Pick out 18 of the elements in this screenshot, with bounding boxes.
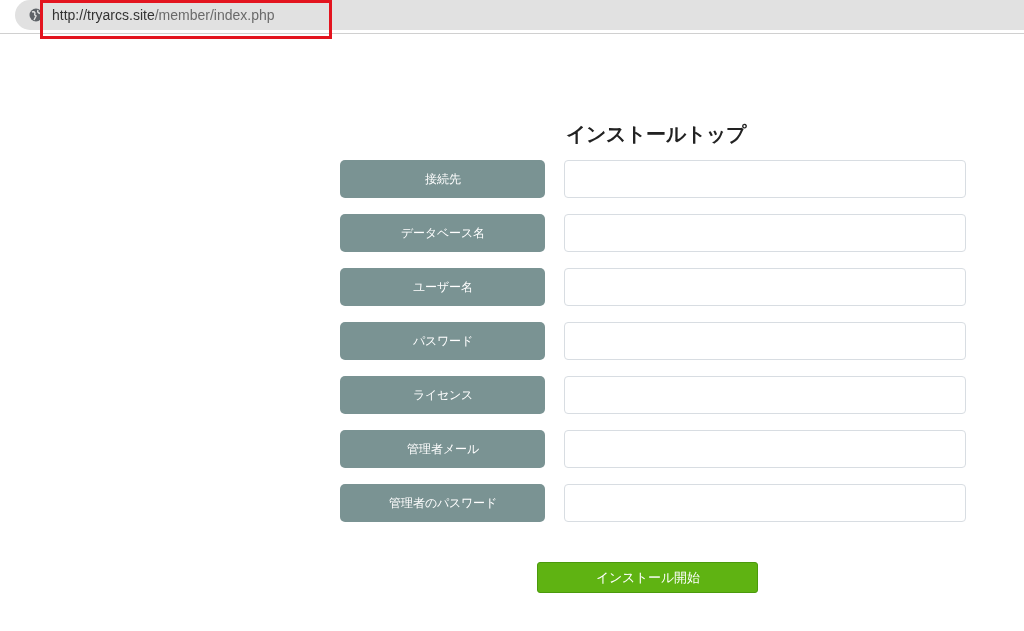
globe-icon: [29, 8, 43, 22]
page-title: インストールトップ: [565, 121, 748, 148]
address-bar[interactable]: http://tryarcs.site/member/index.php: [15, 0, 1024, 30]
field-label: 管理者メール: [340, 430, 545, 468]
input-field[interactable]: [564, 268, 966, 306]
field-label: パスワード: [340, 322, 545, 360]
input-field[interactable]: [564, 160, 966, 198]
input-field[interactable]: [564, 484, 966, 522]
input-field[interactable]: [564, 430, 966, 468]
field-label: 接続先: [340, 160, 545, 198]
field-label: ライセンス: [340, 376, 545, 414]
field-label: データベース名: [340, 214, 545, 252]
field-label: 管理者のパスワード: [340, 484, 545, 522]
url-text: http://tryarcs.site/member/index.php: [52, 7, 275, 23]
input-field[interactable]: [564, 376, 966, 414]
input-field[interactable]: [564, 322, 966, 360]
field-label: ユーザー名: [340, 268, 545, 306]
input-field[interactable]: [564, 214, 966, 252]
